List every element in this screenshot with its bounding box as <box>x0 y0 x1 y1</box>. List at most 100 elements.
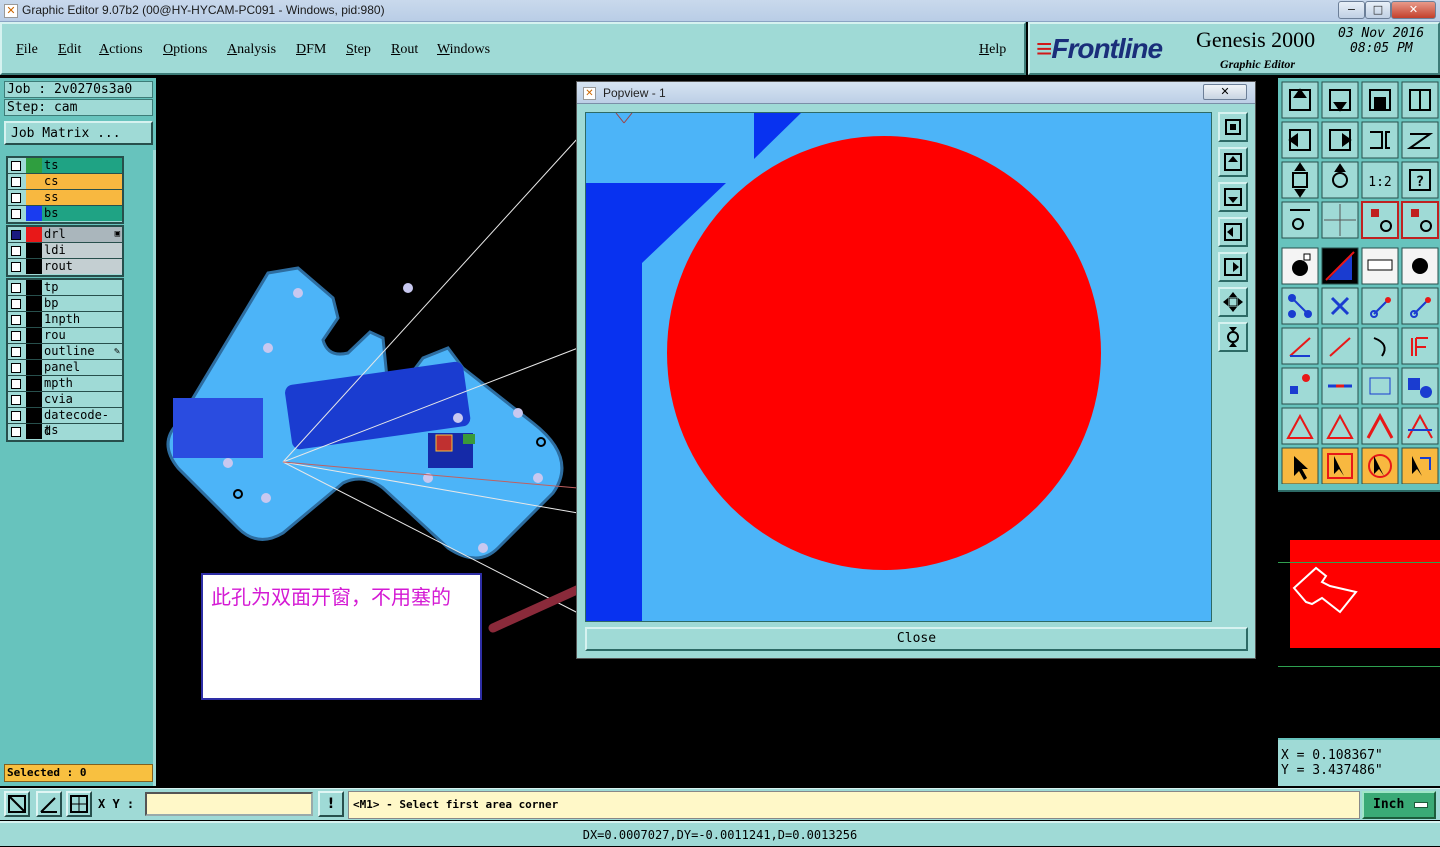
frontline-logo: ≡Frontline <box>1036 33 1163 64</box>
layer-row[interactable]: rou <box>8 328 122 344</box>
layer-name[interactable]: bp <box>42 296 122 311</box>
popview-close-x-button[interactable]: ✕ <box>1203 84 1247 100</box>
layer-checkbox[interactable] <box>11 193 21 203</box>
angle-measure-icon[interactable] <box>36 791 62 817</box>
layer-checkbox[interactable] <box>11 379 21 389</box>
minimize-button[interactable]: − <box>1338 1 1365 19</box>
layer-row[interactable]: bs <box>8 206 122 222</box>
layer-row[interactable]: ss <box>8 190 122 206</box>
layer-edit-icon: ✎ <box>113 346 120 357</box>
window-title: Graphic Editor 9.07b2 (00@HY-HYCAM-PC091… <box>22 3 385 17</box>
layer-name[interactable]: tp <box>42 280 122 295</box>
menu-file[interactable]: File <box>16 42 38 58</box>
measure-icon[interactable] <box>4 791 30 817</box>
prompt-message: <M1> - Select first area corner <box>348 791 1360 819</box>
layer-row[interactable]: cs <box>8 174 122 190</box>
cursor-coordinates: X = 0.108367" Y = 3.437486" <box>1278 740 1440 786</box>
layer-checkbox[interactable] <box>11 299 21 309</box>
pan-left-icon[interactable] <box>1218 217 1248 247</box>
layer-name[interactable]: cs <box>42 174 122 189</box>
menu-windows[interactable]: Windows <box>437 42 490 58</box>
unit-selector[interactable]: Inch <box>1362 791 1436 819</box>
layer-row[interactable]: ts <box>8 158 122 174</box>
pan-up-icon[interactable] <box>1218 147 1248 177</box>
layer-checkbox[interactable] <box>11 177 21 187</box>
layer-flag-icon: ▣ <box>114 229 120 239</box>
layer-name[interactable]: ts <box>42 158 122 173</box>
layer-checkbox[interactable] <box>11 209 21 219</box>
product-subtitle: Graphic Editor <box>1220 57 1296 71</box>
layer-name[interactable]: panel <box>42 360 122 375</box>
layer-checkbox[interactable] <box>11 315 21 325</box>
layer-row[interactable]: 1npth <box>8 312 122 328</box>
coord-x: X = 0.108367" <box>1281 748 1383 763</box>
menu-options[interactable]: Options <box>163 42 207 58</box>
zoom-fit-button[interactable] <box>1218 112 1248 142</box>
layer-name[interactable]: mpth <box>42 376 122 391</box>
zoom-in-icon[interactable] <box>1218 287 1248 317</box>
menu-step[interactable]: Step <box>346 42 371 58</box>
layer-row[interactable]: cvia <box>8 392 122 408</box>
menu-help[interactable]: Help <box>979 42 1006 58</box>
overview-minimap[interactable] <box>1278 490 1440 738</box>
layer-name[interactable]: d <box>42 424 122 439</box>
layer-row[interactable]: drl ▣ <box>8 227 122 243</box>
layer-name[interactable]: cvia <box>42 392 122 407</box>
layer-color-swatch <box>26 190 42 205</box>
layer-name[interactable]: outline <box>42 344 122 359</box>
layer-checkbox[interactable] <box>11 161 21 171</box>
layer-checkbox[interactable] <box>11 246 21 256</box>
layer-checkbox[interactable] <box>11 262 21 272</box>
layer-checkbox[interactable] <box>11 395 21 405</box>
menu-actions[interactable]: Actions <box>99 42 143 58</box>
layer-color-swatch <box>26 296 42 311</box>
layer-row[interactable]: rout <box>8 259 122 275</box>
layer-checkbox[interactable] <box>11 331 21 341</box>
layer-checkbox[interactable] <box>11 347 21 357</box>
layer-row[interactable]: bp <box>8 296 122 312</box>
snap-grid-icon[interactable] <box>66 791 92 817</box>
minimap-crosshair-h <box>1278 562 1440 563</box>
layer-name[interactable]: ldi <box>42 243 122 258</box>
layer-row[interactable]: d <box>8 424 122 440</box>
layer-color-swatch <box>26 424 42 439</box>
layer-name[interactable]: 1npth <box>42 312 122 327</box>
layer-checkbox[interactable] <box>11 283 21 293</box>
menu-dfm[interactable]: DFM <box>296 42 326 58</box>
alert-button[interactable]: ! <box>318 791 344 817</box>
layer-row[interactable]: datecode-ts <box>8 408 122 437</box>
layer-checkbox[interactable] <box>11 363 21 373</box>
layer-color-swatch <box>26 360 42 375</box>
maximize-button[interactable]: □ <box>1365 1 1391 19</box>
layer-name[interactable]: drl <box>42 227 122 242</box>
layer-row[interactable]: mpth <box>8 376 122 392</box>
job-matrix-button[interactable]: Job Matrix ... <box>4 121 153 145</box>
layer-row[interactable]: panel <box>8 360 122 376</box>
pan-right-icon[interactable] <box>1218 252 1248 282</box>
menu-analysis[interactable]: Analysis <box>227 42 276 58</box>
menu-rout[interactable]: Rout <box>391 42 418 58</box>
popview-close-button[interactable]: Close <box>585 627 1248 651</box>
layer-row[interactable]: outline ✎ <box>8 344 122 360</box>
layer-checkbox[interactable] <box>11 427 21 437</box>
zoomed-hole-view[interactable] <box>586 113 1212 622</box>
xy-input[interactable] <box>145 792 313 816</box>
layer-row[interactable]: ldi <box>8 243 122 259</box>
layer-checkbox[interactable] <box>11 230 21 240</box>
zoom-out-icon[interactable] <box>1218 322 1248 352</box>
layer-name[interactable]: rou <box>42 328 122 343</box>
layer-color-swatch <box>26 174 42 189</box>
layer-name[interactable]: ss <box>42 190 122 205</box>
time: 08:05 PM <box>1350 41 1413 56</box>
popview-canvas[interactable] <box>585 112 1212 622</box>
menu-edit[interactable]: Edit <box>58 42 81 58</box>
layer-name[interactable]: rout <box>42 259 122 274</box>
layer-color-swatch <box>26 158 42 173</box>
popview-titlebar: ✕ Popview - 1 ✕ <box>577 82 1255 104</box>
window-close-button[interactable]: ✕ <box>1391 1 1436 19</box>
layer-checkbox[interactable] <box>11 411 21 421</box>
layer-name[interactable]: bs <box>42 206 122 221</box>
layer-row[interactable]: tp <box>8 280 122 296</box>
pan-down-icon[interactable] <box>1218 182 1248 212</box>
layer-color-swatch <box>26 328 42 343</box>
